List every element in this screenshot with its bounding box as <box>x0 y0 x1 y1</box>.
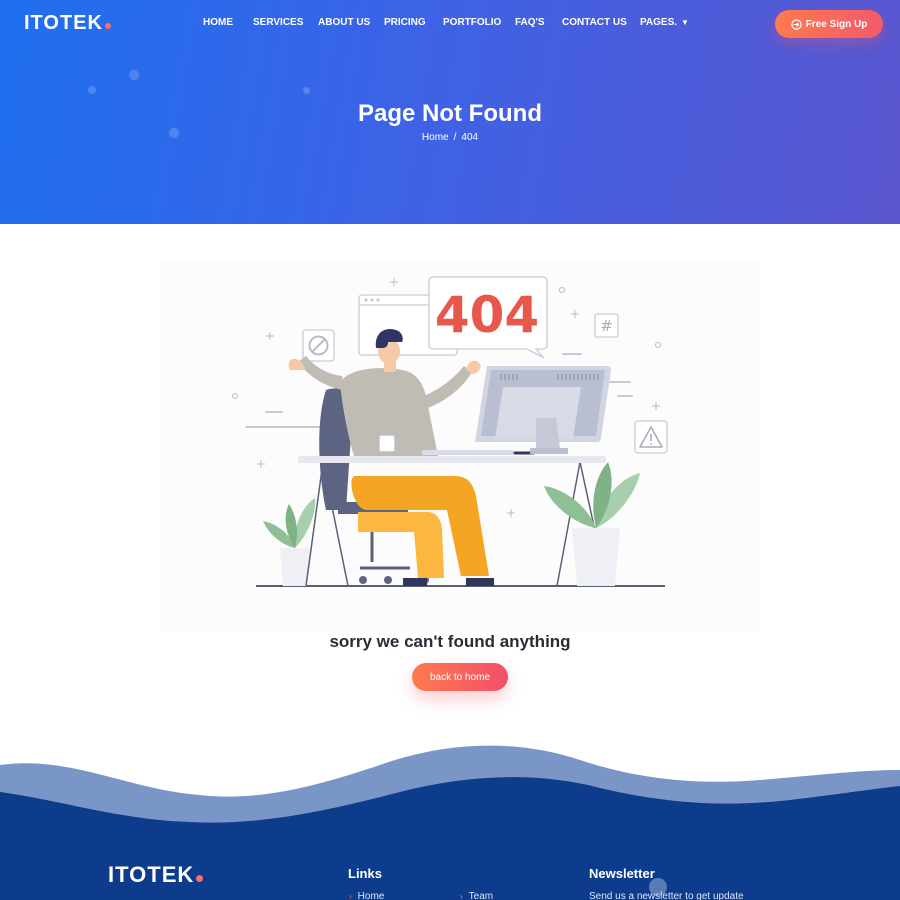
footer-link-home[interactable]: › Home <box>349 891 384 900</box>
page-title: Page Not Found <box>358 100 542 127</box>
decor-dot <box>303 87 310 94</box>
footer-logo-text: ITOTEK <box>108 862 195 887</box>
nav-pages-label: PAGES. <box>640 17 678 28</box>
illustration-svg: 404 # <box>232 276 668 587</box>
not-found-illustration: 404 # <box>160 262 760 632</box>
not-found-message: sorry we can't found anything <box>329 632 571 651</box>
hero-banner: ITOTEK HOME SERVICES ABOUT US PRICING PO… <box>0 0 900 224</box>
back-to-home-button[interactable]: back to home <box>412 663 508 691</box>
nav-about-us[interactable]: ABOUT US <box>318 17 370 28</box>
footer-links-title: Links <box>348 866 382 881</box>
decor-dot <box>129 70 139 80</box>
footer-logo-dot <box>196 875 204 882</box>
nav-pages-dropdown[interactable]: PAGES. ▼ <box>640 17 689 28</box>
hash-icon: # <box>600 317 613 335</box>
breadcrumb-separator: / <box>453 132 457 143</box>
navbar: ITOTEK HOME SERVICES ABOUT US PRICING PO… <box>0 0 900 48</box>
nav-faqs[interactable]: FAQ'S <box>515 17 545 28</box>
free-signup-button[interactable]: Free Sign Up <box>775 10 883 38</box>
arrow-circle-icon <box>790 18 802 30</box>
breadcrumb: Home / 404 <box>0 132 900 143</box>
footer-link-label: Team <box>468 891 494 900</box>
nav-menu: HOME SERVICES ABOUT US PRICING PORTFOLIO… <box>0 17 900 33</box>
nav-pricing[interactable]: PRICING <box>384 17 426 28</box>
decor-dot <box>88 86 96 94</box>
signup-label: Free Sign Up <box>805 18 868 30</box>
nav-contact-us[interactable]: CONTACT US <box>562 17 627 28</box>
chevron-right-icon: › <box>349 892 352 900</box>
error-code: 404 <box>435 286 539 344</box>
footer-newsletter-title: Newsletter <box>589 866 655 881</box>
footer-link-team[interactable]: › Team <box>460 891 493 900</box>
breadcrumb-home[interactable]: Home <box>422 132 449 143</box>
chevron-right-icon: › <box>460 892 463 900</box>
nav-portfolio[interactable]: PORTFOLIO <box>443 17 501 28</box>
footer-logo[interactable]: ITOTEK <box>108 862 204 888</box>
footer-link-label: Home <box>357 891 385 900</box>
newsletter-description: Send us a newsletter to get update <box>589 891 744 900</box>
nav-services[interactable]: SERVICES <box>253 17 303 28</box>
caret-down-icon: ▼ <box>681 17 689 27</box>
breadcrumb-current: 404 <box>461 132 479 143</box>
nav-home[interactable]: HOME <box>203 17 233 28</box>
